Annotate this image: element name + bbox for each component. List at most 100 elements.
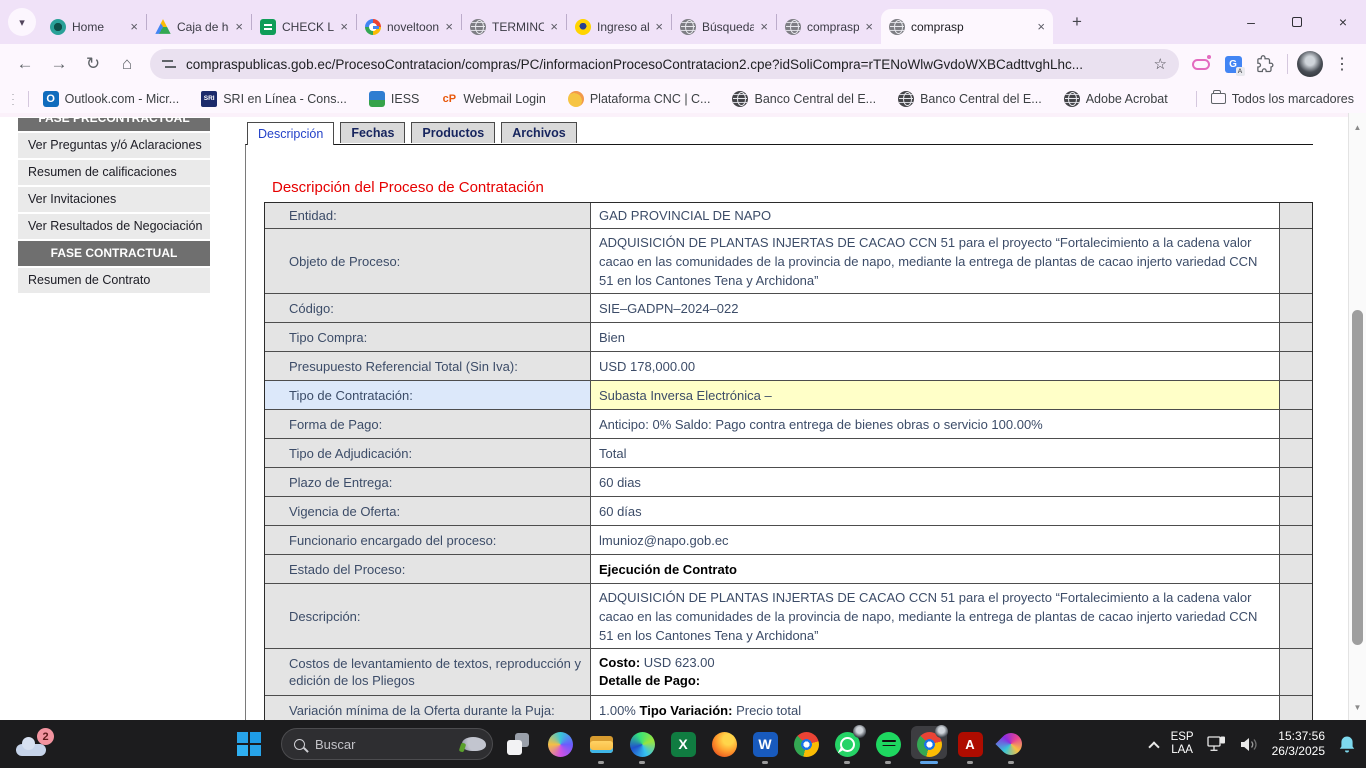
taskbar-copilot[interactable]	[545, 722, 575, 766]
page-top-strip	[0, 113, 1348, 117]
row-value: Total	[591, 439, 1280, 467]
taskbar-clipchamp[interactable]	[996, 722, 1026, 766]
row-gutter	[1280, 203, 1312, 228]
weather-widget[interactable]: 2	[16, 730, 50, 758]
browser-tab-ingreso[interactable]: Ingreso al ×	[567, 9, 671, 44]
bookmark-adobe-acrobat[interactable]: Adobe Acrobat	[1064, 91, 1168, 107]
browser-tab-drive[interactable]: Caja de he ×	[147, 9, 251, 44]
taskbar-spotify[interactable]	[873, 722, 903, 766]
table-row: Código: SIE–GADPN–2024–022	[265, 294, 1312, 323]
task-view-button[interactable]	[507, 733, 529, 755]
extensions-button[interactable]	[1251, 50, 1279, 78]
all-bookmarks-button[interactable]: Todos los marcadores	[1211, 92, 1354, 106]
close-tab-icon[interactable]: ×	[550, 19, 558, 34]
bookmark-webmail[interactable]: cPWebmail Login	[441, 91, 545, 107]
start-button[interactable]	[237, 732, 261, 756]
google-favicon-icon	[365, 19, 381, 35]
close-tab-icon[interactable]: ×	[445, 19, 453, 34]
window-close-button[interactable]: ×	[1320, 0, 1366, 44]
close-tab-icon[interactable]: ×	[1037, 19, 1045, 34]
scroll-up-icon[interactable]: ▲	[1349, 123, 1366, 132]
network-icon[interactable]	[1207, 736, 1227, 753]
bookmark-banco-central-2[interactable]: Banco Central del E...	[898, 91, 1042, 107]
tab-search-button[interactable]: ▾	[8, 8, 36, 36]
close-tab-icon[interactable]: ×	[760, 19, 768, 34]
taskbar-chrome[interactable]	[791, 722, 821, 766]
browser-tab-comprasp-1[interactable]: comprasp ×	[777, 9, 881, 44]
taskbar-whatsapp[interactable]	[832, 722, 862, 766]
cnc-icon	[568, 91, 584, 107]
site-info-icon[interactable]	[162, 58, 176, 70]
process-sidebar: FASE PRECONTRACTUAL Ver Preguntas y/ó Ac…	[18, 118, 210, 293]
sidebar-item-calificaciones[interactable]: Resumen de calificaciones	[18, 160, 210, 185]
row-value: SIE–GADPN–2024–022	[591, 294, 1280, 322]
taskbar-acrobat[interactable]: A	[955, 722, 985, 766]
browser-tab-sheets[interactable]: CHECK LIS ×	[252, 9, 356, 44]
tray-chevron-up-icon[interactable]	[1148, 741, 1159, 752]
taskbar-excel[interactable]: X	[668, 722, 698, 766]
home-button[interactable]: ⌂	[112, 49, 142, 79]
tab-label: CHECK LIS	[282, 20, 334, 34]
row-label: Presupuesto Referencial Total (Sin Iva):	[265, 352, 591, 380]
browser-tab-noveltoon[interactable]: noveltoon ×	[357, 9, 461, 44]
close-tab-icon[interactable]: ×	[655, 19, 663, 34]
browser-menu-button[interactable]: ⋮	[1328, 50, 1356, 78]
taskbar-edge[interactable]	[627, 722, 657, 766]
avatar-badge-icon	[935, 725, 948, 738]
new-tab-button[interactable]: +	[1063, 8, 1091, 36]
page-scrollbar[interactable]: ▲ ▼	[1348, 113, 1366, 720]
bookmark-banco-central-1[interactable]: Banco Central del E...	[732, 91, 876, 107]
url-text[interactable]: compraspublicas.gob.ec/ProcesoContrataci…	[186, 57, 1144, 72]
extension-pink-button[interactable]	[1187, 50, 1215, 78]
sidebar-section-contractual: FASE CONTRACTUAL	[18, 241, 210, 266]
browser-tab-termino[interactable]: TERMINO ×	[462, 9, 566, 44]
tab-descripcion[interactable]: Descripción	[247, 122, 334, 145]
sidebar-item-invitaciones[interactable]: Ver Invitaciones	[18, 187, 210, 212]
table-row: Objeto de Proceso: ADQUISICIÓN DE PLANTA…	[265, 229, 1312, 294]
notification-bell-icon[interactable]	[1338, 735, 1356, 754]
volume-icon[interactable]	[1240, 737, 1259, 752]
taskbar-file-explorer[interactable]	[586, 722, 616, 766]
back-button[interactable]: ←	[10, 49, 40, 79]
browser-tab-busqueda[interactable]: Búsqueda ×	[672, 9, 776, 44]
taskbar-search[interactable]: Buscar	[281, 728, 493, 760]
close-tab-icon[interactable]: ×	[340, 19, 348, 34]
sidebar-item-resumen-contrato[interactable]: Resumen de Contrato	[18, 268, 210, 293]
all-bookmarks-label: Todos los marcadores	[1232, 92, 1354, 106]
detalle-label: Detalle de Pago:	[599, 672, 700, 690]
taskbar-firefox[interactable]	[709, 722, 739, 766]
close-tab-icon[interactable]: ×	[130, 19, 138, 34]
row-value-costos: Costo: USD 623.00 Detalle de Pago:	[591, 649, 1280, 695]
tab-fechas[interactable]: Fechas	[340, 122, 405, 143]
sidebar-item-negociacion[interactable]: Ver Resultados de Negociación	[18, 214, 210, 239]
bookmark-star-icon[interactable]: ☆	[1154, 55, 1167, 73]
translate-button[interactable]: GA	[1219, 50, 1247, 78]
sidebar-item-preguntas[interactable]: Ver Preguntas y/ó Aclaraciones	[18, 133, 210, 158]
tab-archivos[interactable]: Archivos	[501, 122, 577, 143]
close-tab-icon[interactable]: ×	[235, 19, 243, 34]
bookmark-sri[interactable]: SRISRI en Línea - Cons...	[201, 91, 347, 107]
browser-tab-comprasp-active[interactable]: comprasp ×	[881, 9, 1053, 44]
bookmark-iess[interactable]: IESS	[369, 91, 420, 107]
scrollbar-thumb[interactable]	[1352, 310, 1363, 645]
webmail-icon: cP	[441, 91, 457, 107]
taskbar-chrome-active[interactable]	[914, 722, 944, 766]
profile-button[interactable]	[1296, 50, 1324, 78]
tab-productos[interactable]: Productos	[411, 122, 495, 143]
window-restore-button[interactable]	[1274, 0, 1320, 44]
browser-tab-home[interactable]: Home ×	[42, 9, 146, 44]
close-tab-icon[interactable]: ×	[865, 19, 873, 34]
bookmark-cnc[interactable]: Plataforma CNC | C...	[568, 91, 711, 107]
address-bar[interactable]: compraspublicas.gob.ec/ProcesoContrataci…	[150, 49, 1179, 79]
scroll-down-icon[interactable]: ▼	[1349, 703, 1366, 712]
row-value-variacion: 1.00% Tipo Variación: Precio total	[591, 696, 1280, 720]
clock[interactable]: 15:37:56 26/3/2025	[1272, 729, 1325, 759]
language-indicator[interactable]: ESP LAA	[1171, 731, 1194, 757]
apps-grid-icon[interactable]	[12, 91, 14, 106]
taskbar-word[interactable]: W	[750, 722, 780, 766]
forward-button[interactable]: →	[44, 49, 74, 79]
window-minimize-button[interactable]: –	[1228, 0, 1274, 44]
bookmark-outlook[interactable]: OOutlook.com - Micr...	[43, 91, 180, 107]
reload-button[interactable]: ↻	[78, 49, 108, 79]
table-row: Forma de Pago: Anticipo: 0% Saldo: Pago …	[265, 410, 1312, 439]
